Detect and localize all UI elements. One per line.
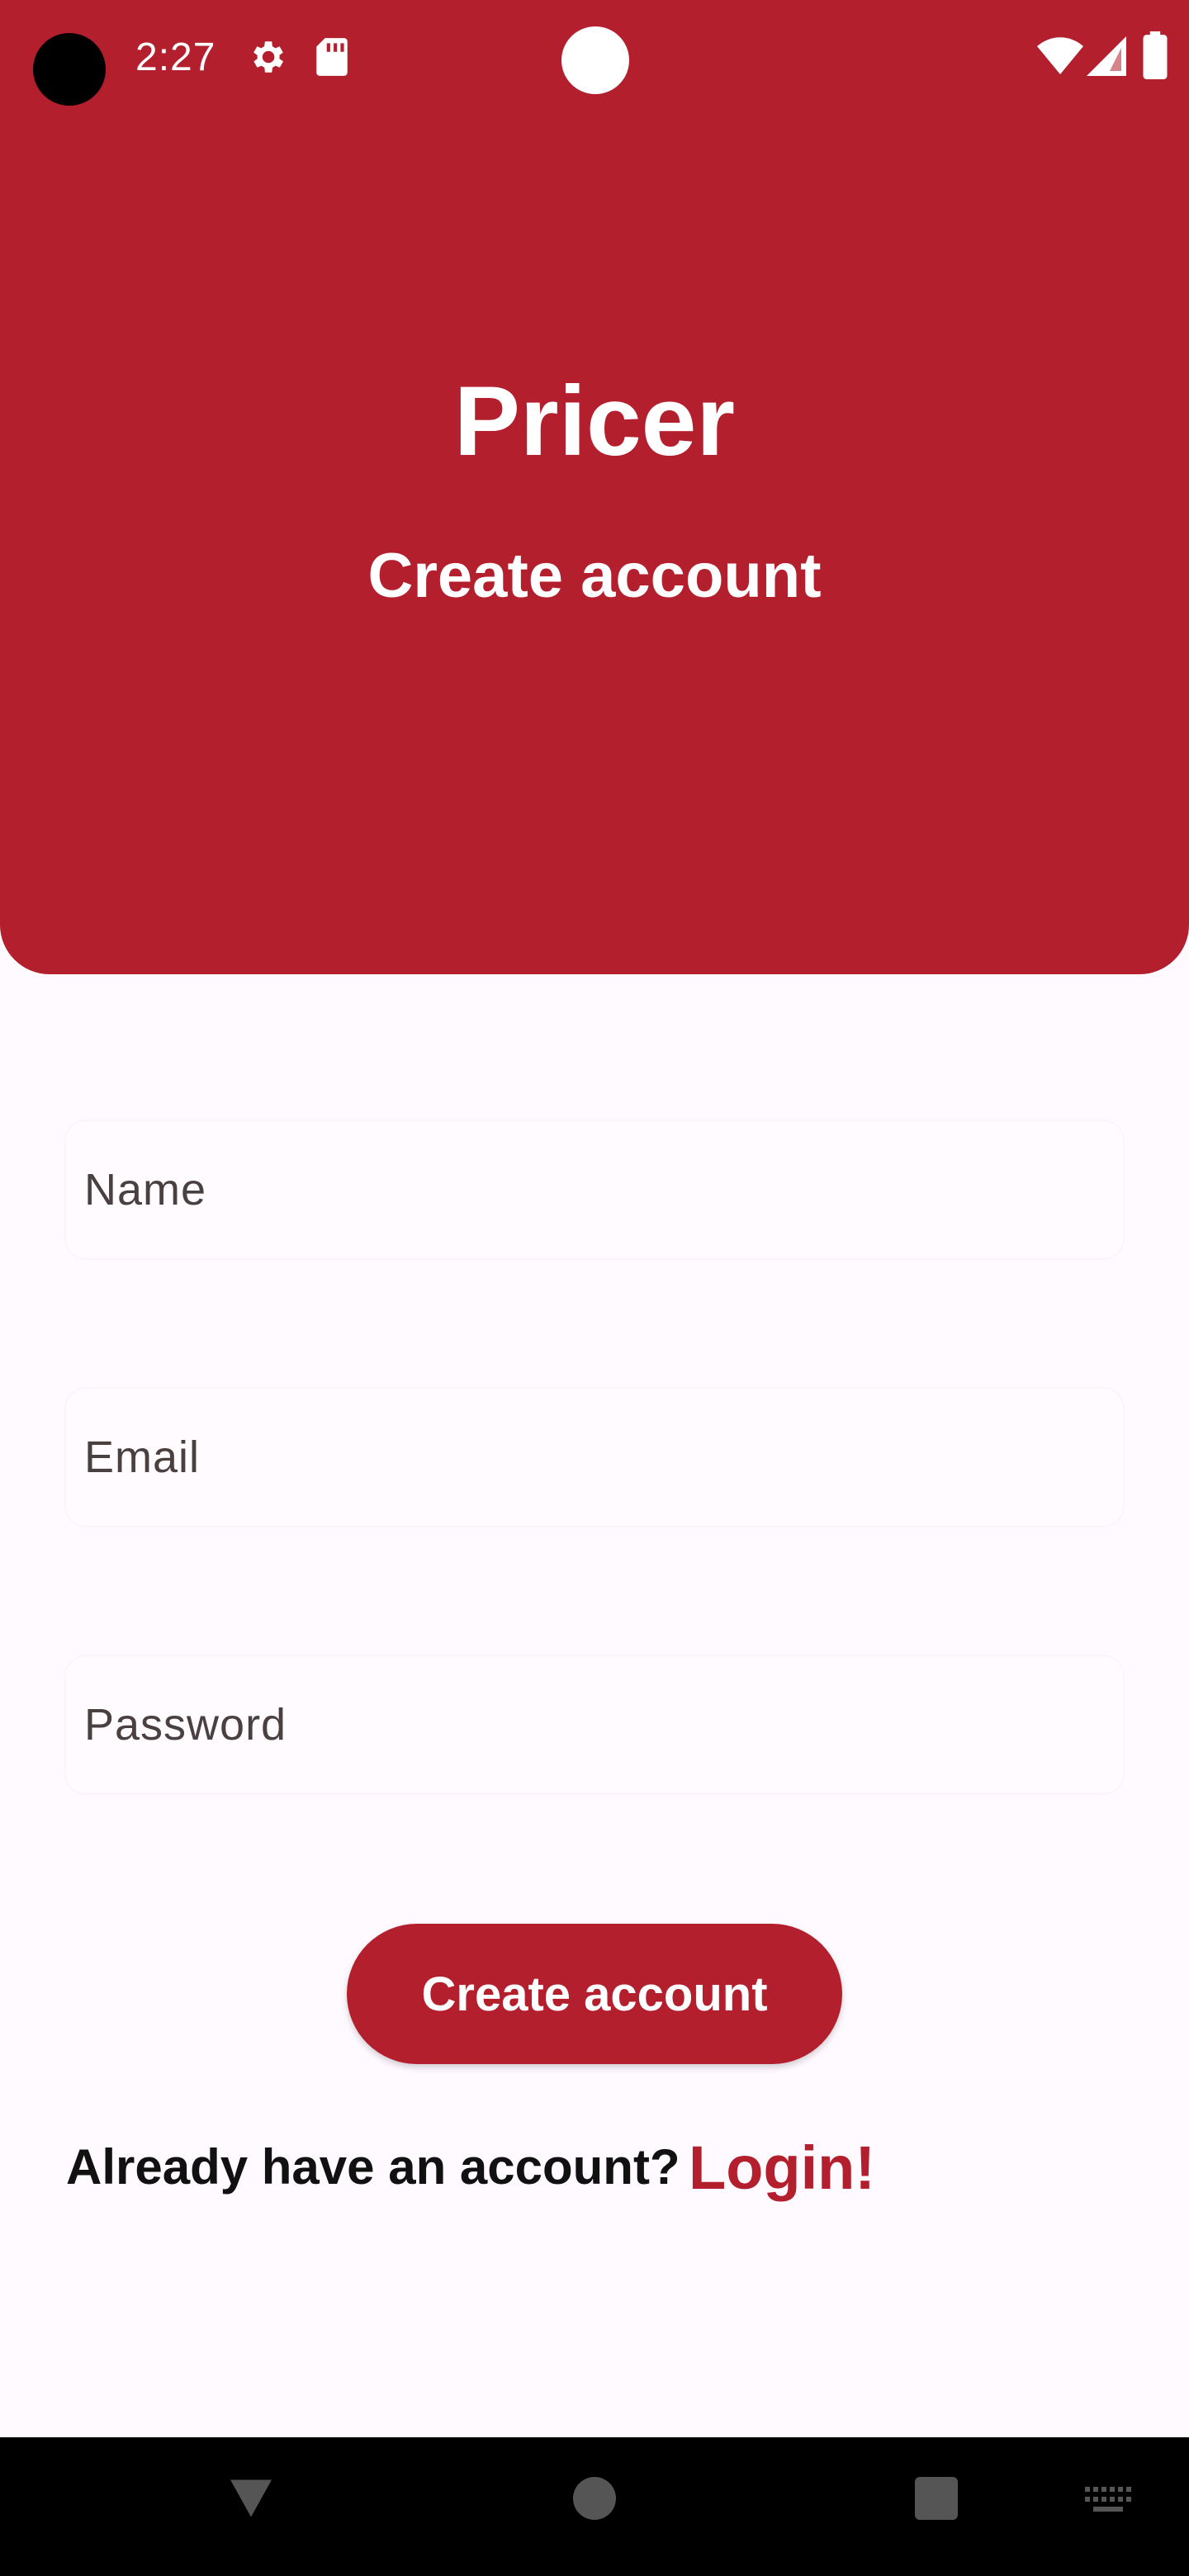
gear-icon: [253, 41, 283, 73]
front-sensor: [561, 26, 629, 94]
signal-icon: [1087, 36, 1126, 76]
login-prompt: Already have an account?: [66, 2139, 680, 2195]
name-field[interactable]: [66, 1121, 1123, 1258]
header-banner: [0, 0, 1189, 974]
page-subtitle: Create account: [367, 541, 822, 611]
status-time: 2:27: [135, 36, 216, 79]
name-input[interactable]: [66, 1121, 1123, 1258]
navigation-bar: [0, 2437, 1189, 2576]
create-account-button[interactable]: Create account: [347, 1924, 842, 2064]
app-title: Pricer: [453, 366, 736, 476]
home-icon[interactable]: [573, 2477, 616, 2520]
back-icon[interactable]: [226, 2474, 276, 2523]
recents-icon[interactable]: [915, 2477, 958, 2520]
login-link[interactable]: Login!: [689, 2133, 875, 2203]
password-field[interactable]: [66, 1656, 1123, 1793]
password-input[interactable]: [66, 1656, 1123, 1793]
keyboard-icon[interactable]: [1085, 2487, 1133, 2517]
sd-card-icon: [316, 38, 348, 76]
wifi-icon: [1037, 37, 1083, 74]
status-bar: 2:27: [0, 0, 1189, 116]
email-field[interactable]: [66, 1389, 1123, 1526]
email-input[interactable]: [66, 1389, 1123, 1526]
battery-icon: [1143, 31, 1168, 79]
camera-cutout: [33, 33, 106, 106]
